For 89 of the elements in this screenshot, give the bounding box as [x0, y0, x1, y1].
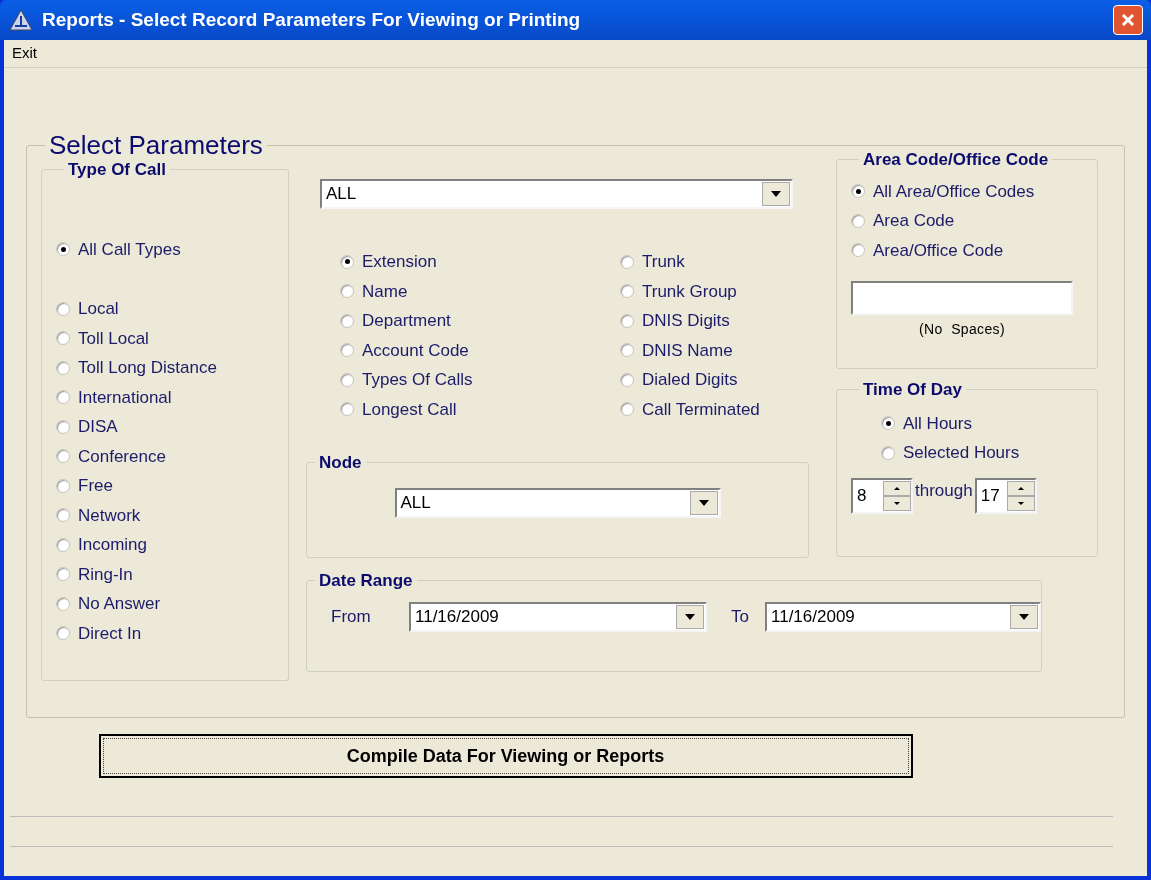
radio-button[interactable] [340, 402, 354, 417]
through-label: through [914, 479, 974, 502]
code-input-field[interactable] [851, 281, 1073, 315]
hint-text: (No Spaces) [918, 320, 1006, 339]
spin-field[interactable]: 8 [851, 477, 913, 514]
window-title: Reports - Select Record Parameters For Viewing or Printing [42, 7, 582, 32]
radio-label[interactable]: International [78, 384, 172, 410]
radio-button[interactable] [620, 343, 634, 358]
radio-label[interactable]: Toll Long Distance [78, 355, 217, 381]
caret-icon[interactable] [676, 604, 704, 629]
spin-arrows-icon[interactable] [883, 480, 911, 511]
radio-button[interactable] [56, 419, 70, 434]
radio-label[interactable]: Selected Hours [903, 440, 1020, 466]
radio-label[interactable]: Name [362, 278, 408, 304]
dropdown[interactable]: 11/16/2009 [409, 601, 707, 632]
radio-label[interactable]: All Call Types [78, 236, 181, 262]
radio-button[interactable] [56, 331, 70, 346]
radio-label[interactable]: Area Code [873, 208, 955, 234]
radio-label[interactable]: Extension [362, 249, 437, 275]
radio-button[interactable] [620, 402, 634, 417]
group-title: Area Code/Office Code [862, 149, 1050, 171]
radio-label[interactable]: Direct In [78, 620, 142, 646]
radio-button[interactable] [56, 301, 70, 316]
radio-label[interactable]: Ring-In [78, 561, 133, 587]
radio-label[interactable]: Account Code [362, 337, 469, 363]
radio-button[interactable] [340, 254, 354, 269]
radio-button[interactable] [620, 284, 634, 299]
caret-icon[interactable] [689, 490, 718, 515]
radio-button[interactable] [56, 360, 70, 375]
radio-button[interactable] [340, 284, 354, 299]
radio-button[interactable] [881, 416, 895, 431]
to-label: To [730, 605, 750, 628]
group-title: Time Of Day [862, 379, 963, 401]
radio-label[interactable]: Conference [78, 443, 166, 469]
radio-label[interactable]: Local [78, 296, 119, 322]
menu-item[interactable]: Exit [12, 42, 37, 65]
radio-label[interactable]: Trunk Group [642, 278, 737, 304]
radio-button[interactable] [881, 445, 895, 460]
radio-button[interactable] [56, 626, 70, 641]
radio-label[interactable]: Toll Local [78, 325, 149, 351]
app-logo-icon [8, 8, 34, 32]
group-title: Type Of Call [67, 159, 167, 181]
radio-button[interactable] [340, 313, 354, 328]
from-label: From [331, 605, 372, 628]
radio-label[interactable]: Dialed Digits [642, 367, 738, 393]
radio-button[interactable] [620, 313, 634, 328]
radio-label[interactable]: Longest Call [362, 396, 457, 422]
radio-label[interactable]: Trunk [642, 249, 685, 275]
caret-icon[interactable] [1010, 604, 1038, 629]
radio-button[interactable] [56, 242, 70, 257]
radio-button[interactable] [56, 449, 70, 464]
group-title: Date Range [318, 570, 414, 592]
radio-label[interactable]: Call Terminated [642, 396, 760, 422]
radio-label[interactable]: DNIS Digits [642, 308, 730, 334]
dropdown[interactable]: ALL [320, 179, 793, 209]
radio-label[interactable]: All Hours [903, 410, 972, 436]
radio-button[interactable] [620, 254, 634, 269]
radio-button[interactable] [851, 243, 865, 258]
radio-label[interactable]: Department [362, 308, 451, 334]
close-button[interactable] [1113, 5, 1143, 35]
radio-button[interactable] [56, 537, 70, 552]
radio-button[interactable] [851, 213, 865, 228]
radio-label[interactable]: DISA [78, 414, 118, 440]
radio-label[interactable]: Network [78, 502, 141, 528]
close-icon[interactable] [1120, 12, 1136, 28]
caret-icon[interactable] [762, 182, 790, 206]
radio-button[interactable] [851, 184, 865, 199]
radio-label[interactable]: Free [78, 473, 113, 499]
compile-button[interactable]: Compile Data For Viewing or Reports [98, 734, 913, 778]
radio-button[interactable] [56, 390, 70, 405]
radio-button[interactable] [56, 508, 70, 523]
radio-button[interactable] [340, 343, 354, 358]
radio-button[interactable] [56, 478, 70, 493]
spin-field[interactable]: 17 [974, 477, 1037, 514]
radio-label[interactable]: Types Of Calls [362, 367, 473, 393]
spin-arrows-icon[interactable] [1006, 480, 1035, 511]
group-title: Select Parameters [48, 129, 264, 162]
radio-label[interactable]: Area/Office Code [873, 237, 1004, 263]
dropdown[interactable]: 11/16/2009 [765, 601, 1041, 632]
radio-label[interactable]: Incoming [78, 532, 147, 558]
radio-button[interactable] [56, 567, 70, 582]
group-title: Node [318, 452, 363, 474]
radio-button[interactable] [340, 372, 354, 387]
radio-button[interactable] [620, 372, 634, 387]
radio-label[interactable]: All Area/Office Codes [873, 178, 1035, 204]
radio-label[interactable]: DNIS Name [642, 337, 733, 363]
radio-button[interactable] [56, 596, 70, 611]
radio-label[interactable]: No Answer [78, 591, 161, 617]
dropdown[interactable]: ALL [394, 487, 721, 518]
